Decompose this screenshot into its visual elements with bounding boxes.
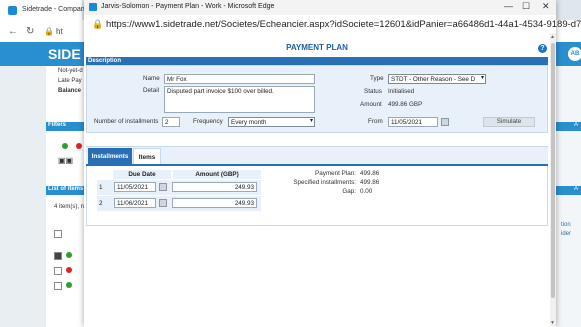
amount-value: 499.86 GBP	[388, 101, 423, 108]
page-title: PAYMENT PLAN	[286, 43, 348, 52]
name-field[interactable]: Mr Fox	[164, 74, 315, 84]
folder-icons[interactable]: ▣▣	[58, 156, 73, 165]
green-status-icon	[66, 282, 72, 288]
table-row: 1 11/05/2021 249.93	[97, 180, 261, 195]
tab-items[interactable]: Items	[133, 148, 161, 165]
window-address-bar: 🔒 https://www1.sidetrade.net/Societes/Ec…	[84, 15, 581, 33]
description-panel: Name Mr Fox Detail Disputed part invoice…	[86, 65, 548, 133]
table-row: 2 11/06/2021 249.93	[97, 196, 261, 211]
detail-textarea[interactable]: Disputed part invoice $100 over billed.	[164, 86, 315, 113]
calendar-icon[interactable]	[441, 118, 449, 126]
simulate-button[interactable]: Simulate	[483, 117, 535, 127]
window-title-bar: Jarvis-Solomon - Payment Plan - Work - M…	[84, 0, 556, 15]
help-icon[interactable]: ?	[538, 44, 547, 53]
payment-plan-window: Jarvis-Solomon - Payment Plan - Work - M…	[84, 0, 581, 327]
select-all-checkbox[interactable]	[54, 230, 62, 238]
window-title: Jarvis-Solomon - Payment Plan - Work - M…	[101, 3, 275, 10]
background-main-panel	[46, 66, 86, 327]
status-label: Status	[364, 88, 382, 95]
description-header: Description	[86, 57, 548, 65]
from-label: From	[368, 118, 383, 125]
amount-label: Amount	[360, 101, 382, 108]
installments-count-label: Number of installments	[94, 118, 159, 125]
summary-label: Specified installments:	[293, 179, 356, 186]
lock-icon: 🔒	[92, 19, 104, 29]
items-count: 4 item(s), n	[54, 204, 85, 210]
row-checkbox[interactable]	[54, 267, 62, 275]
chevron-down-icon: ▾	[480, 75, 484, 81]
background-tab[interactable]: Sidetrade - Company	[0, 0, 88, 20]
page-content: PAYMENT PLAN ? Description Name Mr Fox D…	[84, 33, 550, 327]
frequency-select[interactable]: Every month ▾	[228, 117, 315, 127]
scroll-up-icon[interactable]: ▲	[550, 34, 555, 40]
green-status-icon	[66, 252, 72, 258]
background-info-line: Not-yet-d	[58, 68, 83, 74]
right-panel-text: ider	[561, 231, 572, 237]
window-scrollbar[interactable]: ▲ ▼	[550, 33, 556, 327]
calendar-icon[interactable]	[159, 183, 167, 191]
summary-value: 499.86	[360, 170, 380, 177]
back-arrow-icon[interactable]: ←	[8, 26, 18, 37]
frequency-label: Frequency	[193, 118, 223, 125]
tab-installments[interactable]: Installments	[88, 148, 132, 165]
from-date-field[interactable]: 11/05/2021	[388, 117, 438, 127]
type-label: Type	[370, 75, 384, 82]
chevron-down-icon: ▾	[309, 118, 313, 124]
list-of-items-bar: List of items	[46, 186, 88, 195]
calendar-icon[interactable]	[159, 199, 167, 207]
summary-label: Gap:	[342, 188, 356, 195]
background-left-panel	[0, 66, 46, 327]
tabs-bar: Installments Items	[86, 146, 548, 165]
background-info-line: Late Pay	[58, 78, 82, 84]
red-status-icon[interactable]	[76, 143, 82, 149]
background-right-panel	[556, 66, 581, 327]
background-tab-title: Sidetrade - Company	[22, 6, 89, 13]
row-number: 1	[99, 184, 103, 191]
summary-label: Payment Plan:	[315, 170, 356, 177]
minimize-icon[interactable]: —	[504, 1, 513, 11]
reload-icon[interactable]: ↻	[26, 26, 34, 37]
scroll-down-icon[interactable]: ▼	[550, 320, 555, 326]
lock-icon: 🔒	[44, 27, 54, 36]
right-panel-text: tion	[561, 222, 571, 228]
detail-label: Detail	[143, 87, 160, 94]
right-panel-bar: A	[556, 186, 581, 195]
background-info-line: Balance	[58, 88, 82, 94]
green-status-icon[interactable]	[62, 143, 68, 149]
filters-bar: Filters	[46, 122, 88, 131]
status-value: Initialised	[388, 88, 415, 95]
sidetrade-logo: SIDE	[48, 46, 81, 62]
amount-field[interactable]: 249.93	[172, 182, 257, 192]
installments-count-field[interactable]: 2	[162, 117, 180, 127]
row-number: 2	[99, 200, 103, 207]
due-date-field[interactable]: 11/06/2021	[114, 198, 156, 208]
window-url[interactable]: https://www1.sidetrade.net/Societes/Eche…	[106, 19, 581, 30]
amount-header: Amount (GBP)	[173, 170, 261, 179]
red-status-icon	[66, 267, 72, 273]
right-panel-bar: A	[556, 122, 581, 131]
sidetrade-tab-icon	[8, 6, 17, 15]
summary-value: 499.86	[360, 179, 380, 186]
amount-field[interactable]: 249.93	[172, 198, 257, 208]
installments-panel: Due Date Amount (GBP) 1 11/05/2021 249.9…	[86, 166, 548, 226]
maximize-icon[interactable]: ☐	[522, 1, 530, 12]
type-select[interactable]: STDT - Other Reason - See D ▾	[388, 74, 486, 84]
row-checkbox[interactable]	[54, 252, 62, 260]
close-icon[interactable]: ✕	[542, 1, 550, 12]
due-date-header: Due Date	[113, 170, 171, 179]
background-url[interactable]: ht	[56, 27, 63, 36]
name-label: Name	[143, 75, 160, 82]
summary-value: 0.00	[360, 188, 373, 195]
due-date-field[interactable]: 11/05/2021	[114, 182, 156, 192]
scrollbar-thumb[interactable]	[551, 43, 555, 298]
sidetrade-window-icon	[89, 3, 97, 11]
row-checkbox[interactable]	[54, 282, 62, 290]
user-avatar[interactable]: AB	[568, 47, 581, 61]
